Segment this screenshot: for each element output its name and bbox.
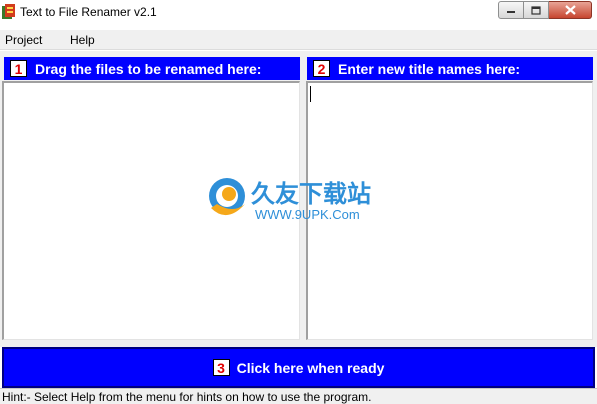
watermark-title: 久友下载站 xyxy=(251,180,371,208)
close-button[interactable] xyxy=(549,1,592,19)
window-title: Text to File Renamer v2.1 xyxy=(20,5,157,19)
status-hint: Hint:- Select Help from the menu for hin… xyxy=(2,390,372,404)
window-controls xyxy=(498,1,592,21)
watermark-logo-icon xyxy=(209,178,245,216)
maximize-button[interactable] xyxy=(524,1,549,19)
text-caret xyxy=(310,86,311,102)
ready-button[interactable]: 3 Click here when ready xyxy=(2,347,595,388)
status-bar: Hint:- Select Help from the menu for hin… xyxy=(0,388,597,404)
app-icon xyxy=(2,4,15,19)
left-panel-header: 1 Drag the files to be renamed here: xyxy=(4,57,300,80)
left-panel-title: Drag the files to be renamed here: xyxy=(35,60,262,77)
step-number-3: 3 xyxy=(212,359,230,376)
ready-button-label: Click here when ready xyxy=(236,359,385,376)
menu-bar: Project Help xyxy=(0,30,597,50)
step-number-1: 1 xyxy=(10,60,27,77)
menu-help[interactable]: Help xyxy=(70,33,95,47)
watermark: 久友下载站 WWW.9UPK.Com xyxy=(205,174,385,234)
step-number-2: 2 xyxy=(313,60,330,77)
maximize-icon xyxy=(531,5,541,15)
right-panel-header: 2 Enter new title names here: xyxy=(307,57,593,80)
minimize-button[interactable] xyxy=(498,1,524,19)
title-bar[interactable]: Text to File Renamer v2.1 xyxy=(0,0,597,30)
minimize-icon xyxy=(507,11,515,13)
close-icon xyxy=(564,5,576,15)
watermark-url: WWW.9UPK.Com xyxy=(255,207,360,222)
right-panel-title: Enter new title names here: xyxy=(338,60,521,77)
menu-project[interactable]: Project xyxy=(5,33,42,47)
